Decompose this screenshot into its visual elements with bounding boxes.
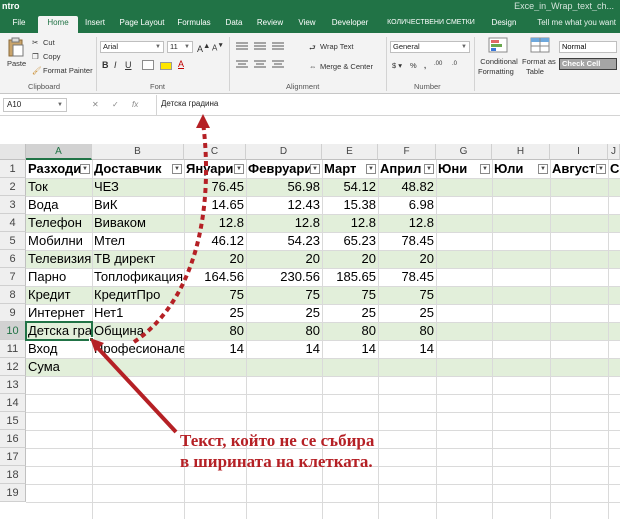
solid-arrow-line	[94, 344, 178, 434]
annotation-callout: Текст, който не се събира в ширината на …	[180, 430, 374, 472]
annotation-line-2: в ширината на клетката.	[180, 452, 373, 471]
dotted-arrow-head	[196, 114, 210, 128]
annotation-line-1: Текст, който не се събира	[180, 431, 375, 450]
dotted-arrow-line	[132, 121, 209, 344]
